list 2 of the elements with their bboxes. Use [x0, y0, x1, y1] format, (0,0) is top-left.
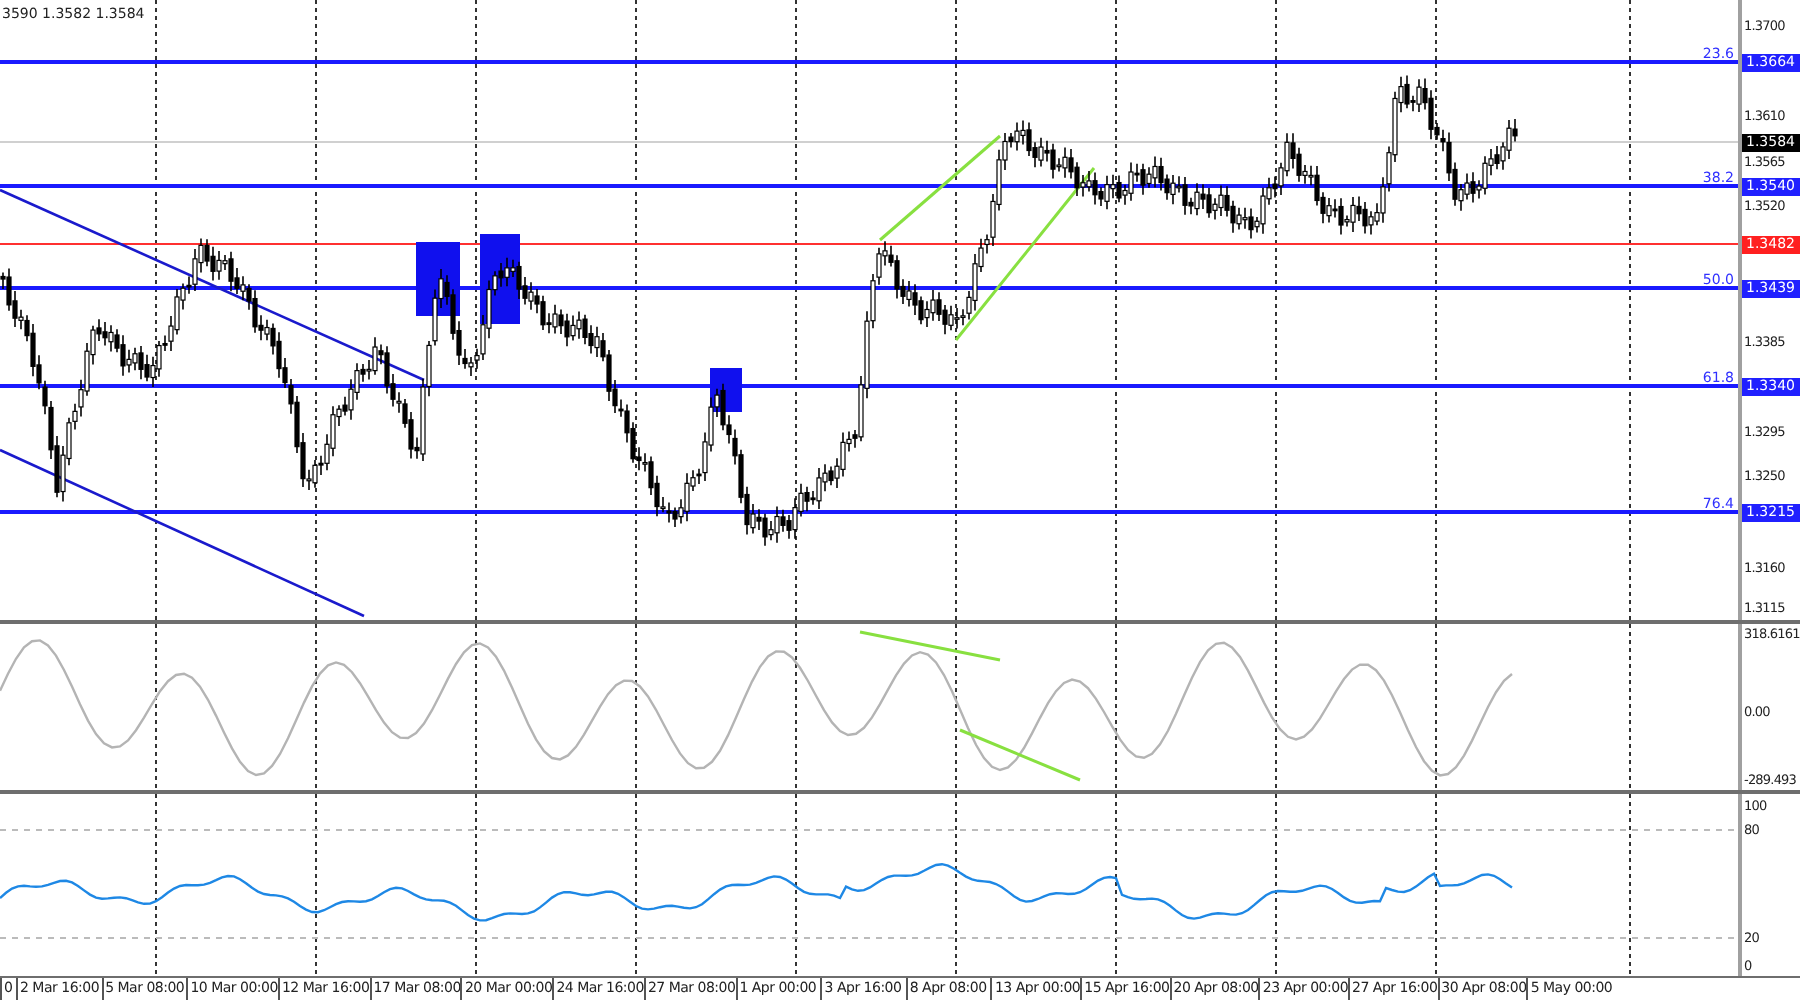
divergence-line [959, 728, 1081, 782]
divergence-line [859, 630, 1001, 662]
